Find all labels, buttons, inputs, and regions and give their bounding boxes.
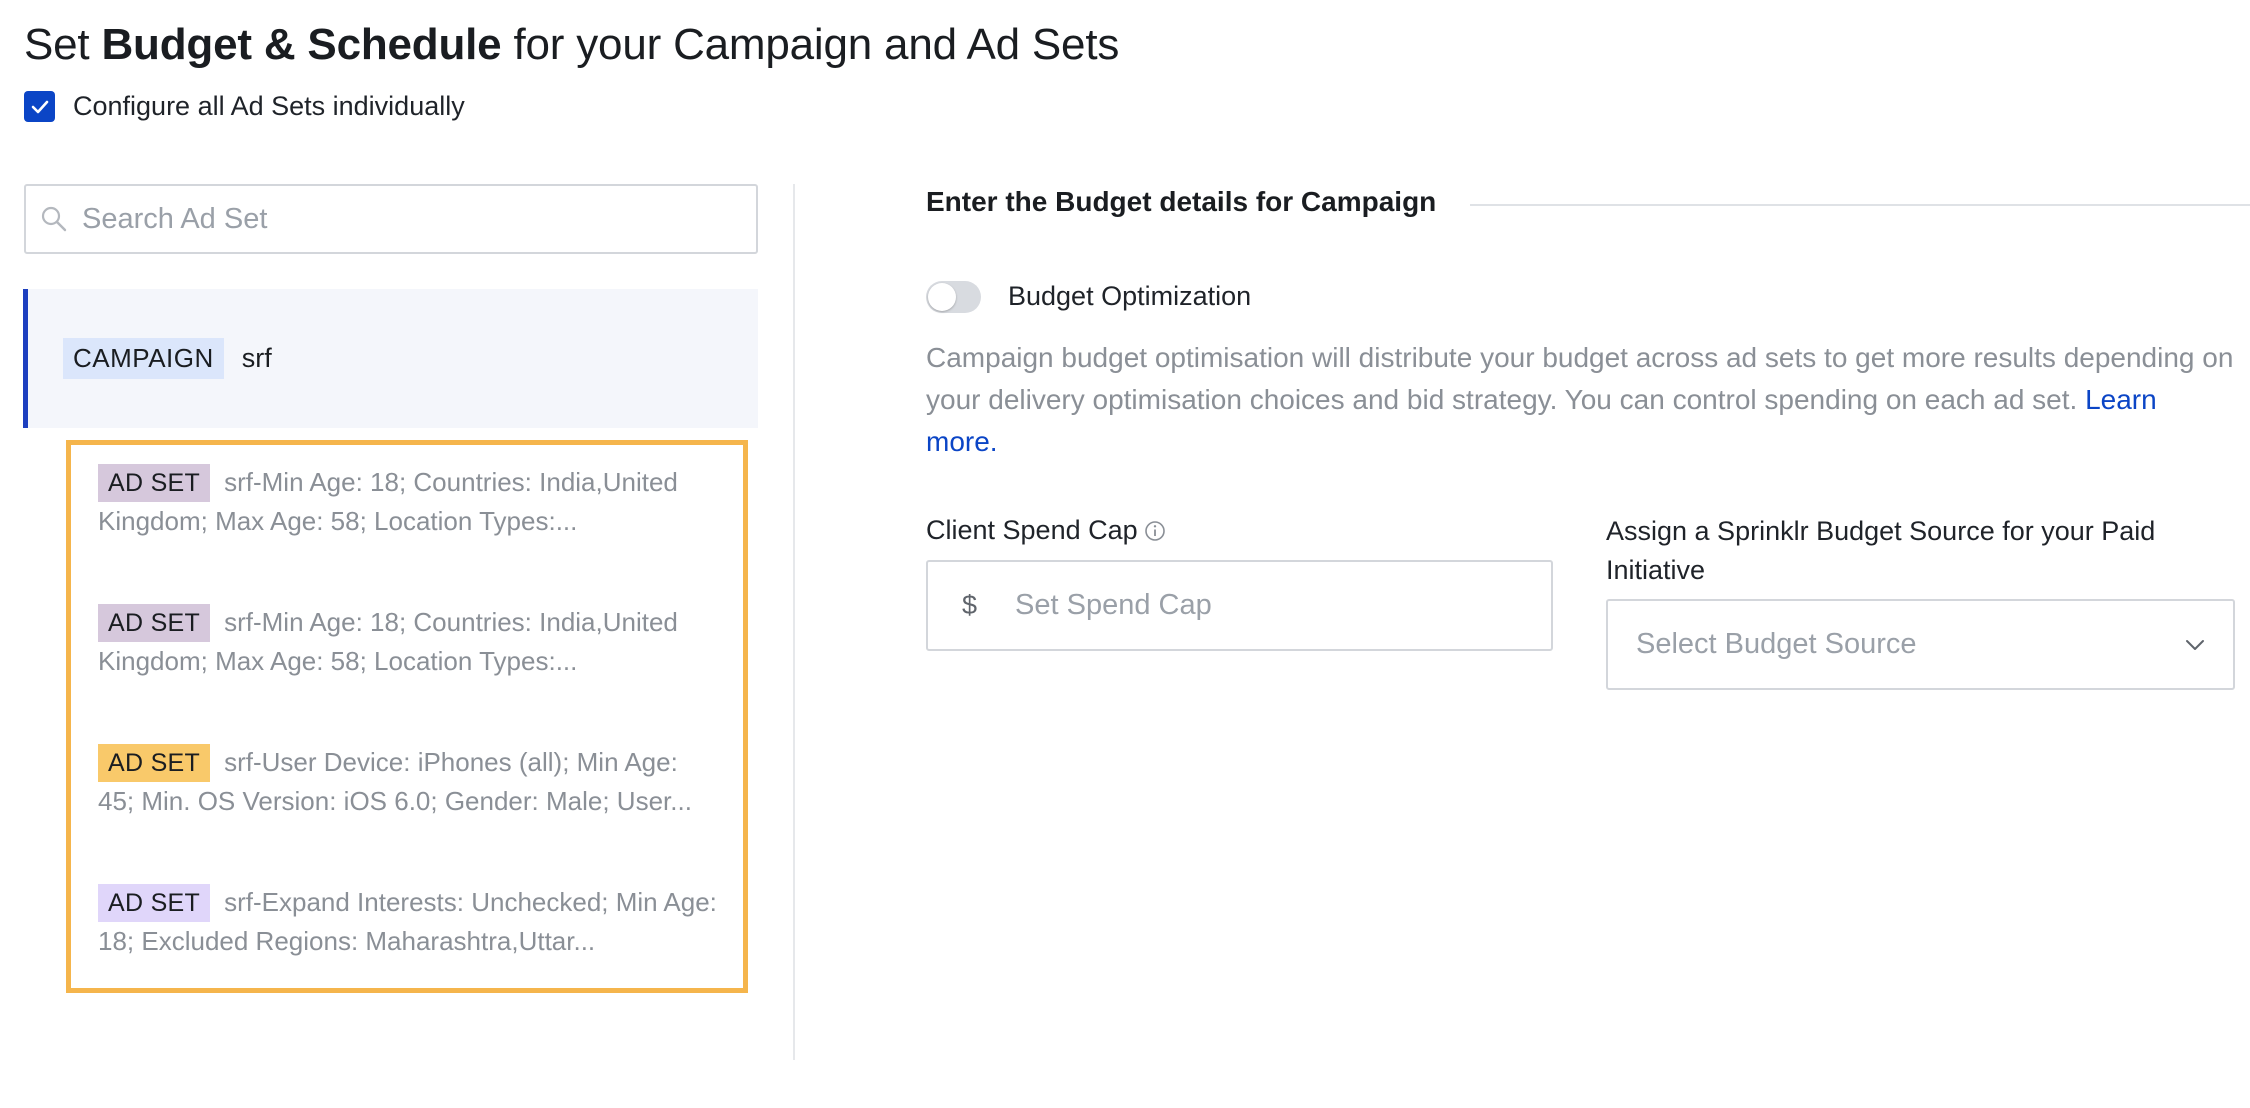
budget-source-placeholder: Select Budget Source (1636, 628, 1917, 660)
budget-source-label: Assign a Sprinklr Budget Source for your… (1606, 516, 2156, 585)
budget-source-select[interactable]: Select Budget Source (1606, 599, 2235, 690)
info-icon[interactable] (1144, 520, 1166, 542)
heading-divider (1470, 204, 2250, 206)
search-box[interactable] (24, 184, 758, 254)
ad-set-tag: AD SET (98, 884, 211, 922)
spend-cap-input[interactable] (1015, 589, 1496, 622)
currency-symbol: $ (962, 590, 978, 620)
toggle-knob (928, 283, 956, 311)
ad-set-tag: AD SET (98, 604, 211, 642)
ad-set-item[interactable]: AD SET srf-Expand Interests: Unchecked; M… (98, 883, 718, 1023)
campaign-tag: CAMPAIGN (63, 338, 224, 379)
chevron-down-icon (2186, 639, 2204, 650)
ad-set-list: AD SET srf-Min Age: 18; Countries: India,… (66, 440, 748, 993)
checkmark-icon (31, 100, 48, 113)
ad-set-tag: AD SET (98, 464, 211, 502)
budget-section-heading: Enter the Budget details for Campaign (926, 186, 1437, 217)
search-icon (41, 206, 67, 232)
ad-set-tag: AD SET (98, 744, 211, 782)
configure-all-checkbox[interactable] (24, 91, 55, 122)
ad-set-item[interactable]: AD SET srf-Min Age: 18; Countries: India,… (98, 463, 718, 603)
client-spend-cap-label-text: Client Spend Cap (926, 515, 1138, 545)
configure-all-row[interactable]: Configure all Ad Sets individually (24, 91, 465, 122)
description-text: Campaign budget optimisation will distri… (926, 342, 2234, 415)
spend-cap-field[interactable]: $ (926, 560, 1553, 651)
budget-optimization-toggle[interactable] (926, 281, 981, 313)
budget-optimization-description: Campaign budget optimisation will distri… (926, 337, 2236, 463)
campaign-row[interactable]: CAMPAIGN srf (23, 289, 758, 428)
page-title-bold: Budget & Schedule (101, 20, 502, 69)
budget-optimization-label: Budget Optimization (1008, 281, 1252, 311)
page-title-prefix: Set (24, 20, 102, 69)
search-input[interactable] (82, 202, 722, 236)
configure-all-label[interactable]: Configure all Ad Sets individually (73, 91, 465, 122)
campaign-name: srf (241, 343, 272, 373)
ad-set-item[interactable]: AD SET srf-User Device: iPhones (all); Mi… (98, 743, 718, 883)
client-spend-cap-label: Client Spend Cap (926, 515, 1166, 546)
panel-divider (793, 184, 795, 1060)
page-title-suffix: for your Campaign and Ad Sets (501, 20, 1120, 69)
page-title: Set Budget & Schedule for your Campaign … (24, 20, 1119, 70)
ad-set-item[interactable]: AD SET srf-Min Age: 18; Countries: India,… (98, 603, 718, 743)
